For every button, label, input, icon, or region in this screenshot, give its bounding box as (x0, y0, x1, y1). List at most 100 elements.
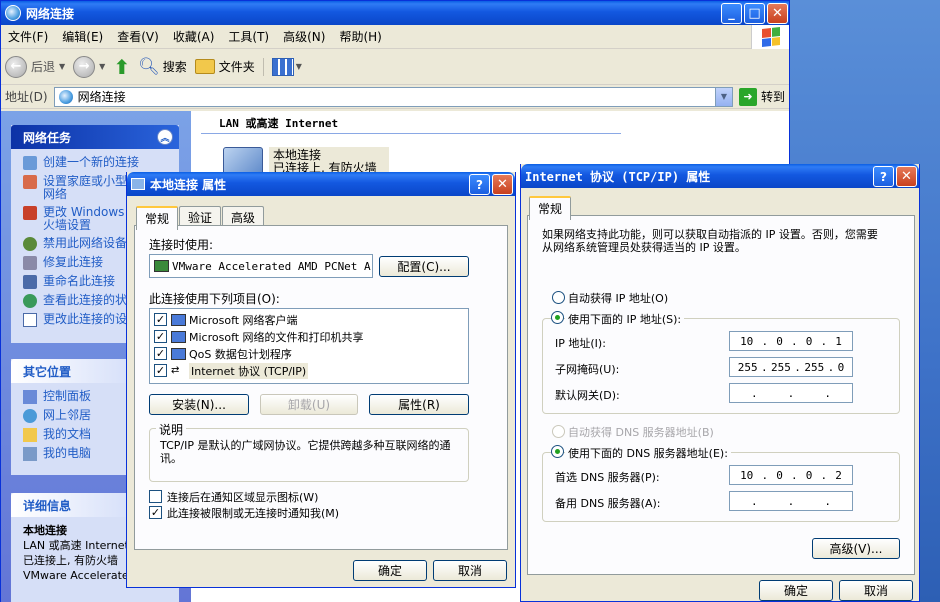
list-item[interactable]: ✓ QoS 数据包计划程序 (150, 345, 468, 362)
ip-octet: 10 (740, 334, 754, 348)
close-button[interactable]: ✕ (767, 3, 788, 24)
folder-icon (194, 59, 215, 74)
list-item[interactable]: ✓ Microsoft 网络的文件和打印机共享 (150, 328, 468, 345)
place-label: 网上邻居 (43, 408, 92, 422)
menu-edit[interactable]: 编辑(E) (55, 28, 110, 45)
menu-advanced[interactable]: 高级(N) (276, 28, 332, 45)
lan-connection-icon (131, 178, 145, 190)
dropdown-arrow-icon: ▼ (59, 62, 66, 71)
ok-button[interactable]: 确定 (353, 560, 427, 581)
gateway-field[interactable]: ... (729, 383, 853, 403)
install-button[interactable]: 安装(N)... (149, 394, 249, 415)
alternate-dns-label: 备用 DNS 服务器(A): (555, 497, 661, 510)
menu-favorites[interactable]: 收藏(A) (166, 28, 222, 45)
task-label: 创建一个新的连接 (43, 155, 140, 169)
up-folder-button[interactable]: ⬆ (113, 55, 130, 79)
menu-file[interactable]: 文件(F) (1, 28, 55, 45)
component-label: Microsoft 网络的文件和打印机共享 (189, 330, 364, 344)
show-icon-checkbox[interactable] (149, 490, 162, 503)
protocol-icon: ⇄ (171, 365, 180, 376)
cancel-button[interactable]: 取消 (433, 560, 507, 581)
address-dropdown-button[interactable]: ▼ (714, 87, 732, 106)
ip-octet: 255 (737, 360, 758, 374)
address-input[interactable]: 网络连接 ▼ (53, 86, 733, 107)
manual-ip-radio[interactable] (551, 311, 564, 324)
notify-label: 此连接被限制或无连接时通知我(M) (167, 507, 340, 520)
other-places-title: 其它位置 (23, 364, 72, 379)
component-checkbox[interactable]: ✓ (154, 330, 167, 343)
firewall-icon (23, 206, 37, 220)
component-checkbox[interactable]: ✓ (154, 313, 167, 326)
task-new-connection[interactable]: 创建一个新的连接 (11, 153, 179, 172)
ip-address-label: IP 地址(I): (555, 337, 606, 350)
network-client-icon (171, 313, 186, 326)
views-icon (271, 57, 294, 76)
preferred-dns-field[interactable]: 10. 0. 0. 2 (729, 465, 853, 485)
description-group: 说明 TCP/IP 是默认的广域网协议。它提供跨越多种互联网络的通讯。 (149, 421, 469, 482)
component-label: Internet 协议 (TCP/IP) (189, 362, 309, 379)
ok-button[interactable]: 确定 (759, 580, 833, 601)
network-tasks-header[interactable]: 网络任务 ︽ (11, 125, 179, 149)
manual-ip-label: 使用下面的 IP 地址(S): (565, 311, 685, 327)
details-adapter: VMware Accelerated AMD (23, 569, 127, 582)
menu-bar: 文件(F) 编辑(E) 查看(V) 收藏(A) 工具(T) 高级(N) 帮助(H… (1, 25, 789, 49)
network-adapter-icon (154, 260, 169, 272)
network-folder-icon (58, 89, 73, 104)
notify-checkbox[interactable]: ✓ (149, 506, 162, 519)
cancel-button[interactable]: 取消 (839, 580, 913, 601)
dialog-title-bar: Internet 协议 (TCP/IP) 属性 ? ✕ (521, 164, 919, 188)
configure-button[interactable]: 配置(C)... (379, 256, 469, 277)
auto-dns-radio[interactable] (552, 425, 565, 438)
folders-button[interactable]: 文件夹 (194, 58, 255, 75)
folders-label: 文件夹 (218, 60, 255, 74)
window-title: 网络连接 (26, 6, 75, 21)
details-name: 本地连接 (23, 524, 67, 537)
auto-ip-radio[interactable] (552, 291, 565, 304)
details-type: LAN 或高速 Internet (23, 539, 127, 552)
views-button[interactable]: ▼ (262, 57, 302, 76)
properties-button[interactable]: 属性(R) (369, 394, 469, 415)
close-button[interactable]: ✕ (896, 166, 917, 187)
place-label: 我的电脑 (43, 446, 92, 460)
tab-general[interactable]: 常规 (136, 206, 179, 230)
documents-folder-icon (23, 428, 37, 442)
go-button[interactable]: 转到 (761, 88, 785, 105)
dropdown-arrow-icon: ▼ (99, 62, 106, 71)
intro-text: 如果网络支持此功能，则可以获取自动指派的 IP 设置。否则，您需要从网络系统管理… (542, 228, 878, 254)
place-label: 我的文档 (43, 427, 92, 441)
tab-general[interactable]: 常规 (529, 196, 572, 220)
close-button[interactable]: ✕ (492, 174, 513, 195)
place-label: 控制面板 (43, 389, 92, 403)
alternate-dns-field[interactable]: ... (729, 491, 853, 511)
manual-dns-radio[interactable] (551, 445, 564, 458)
help-button[interactable]: ? (873, 166, 894, 187)
dialog-title: Internet 协议 (TCP/IP) 属性 (525, 169, 711, 184)
dns-settings-group: 使用下面的 DNS 服务器地址(E): 首选 DNS 服务器(P): 10. 0.… (542, 445, 900, 522)
back-button[interactable]: ← 后退 ▼ (5, 55, 66, 78)
network-folder-icon (5, 5, 21, 21)
section-header: LAN 或高速 Internet (201, 113, 621, 134)
subnet-mask-field[interactable]: 255. 255. 255. 0 (729, 357, 853, 377)
component-checkbox[interactable]: ✓ (154, 364, 167, 377)
go-arrow-icon[interactable]: ➜ (738, 87, 757, 106)
details-status: 已连接上, 有防火墙 (23, 554, 118, 567)
ip-address-field[interactable]: 10. 0. 0. 1 (729, 331, 853, 351)
items-label: 此连接使用下列项目(O): (149, 292, 280, 306)
collapse-chevron-icon[interactable]: ︽ (157, 129, 173, 145)
uninstall-button[interactable]: 卸载(U) (260, 394, 358, 415)
maximize-button[interactable]: □ (744, 3, 765, 24)
up-arrow-icon: ⬆ (113, 54, 131, 79)
menu-view[interactable]: 查看(V) (110, 28, 166, 45)
component-checkbox[interactable]: ✓ (154, 347, 167, 360)
forward-button[interactable]: → ▼ (73, 55, 106, 78)
forward-arrow-icon: → (73, 55, 96, 78)
minimize-button[interactable]: _ (721, 3, 742, 24)
help-button[interactable]: ? (469, 174, 490, 195)
list-item[interactable]: ✓ ⇄ Internet 协议 (TCP/IP) (150, 362, 468, 379)
list-item[interactable]: ✓ Microsoft 网络客户端 (150, 311, 468, 328)
menu-help[interactable]: 帮助(H) (332, 28, 388, 45)
advanced-button[interactable]: 高级(V)... (812, 538, 900, 559)
menu-tools[interactable]: 工具(T) (221, 28, 276, 45)
search-button[interactable]: 🔍︎ 搜索 (138, 57, 187, 77)
back-arrow-icon: ← (5, 55, 27, 78)
